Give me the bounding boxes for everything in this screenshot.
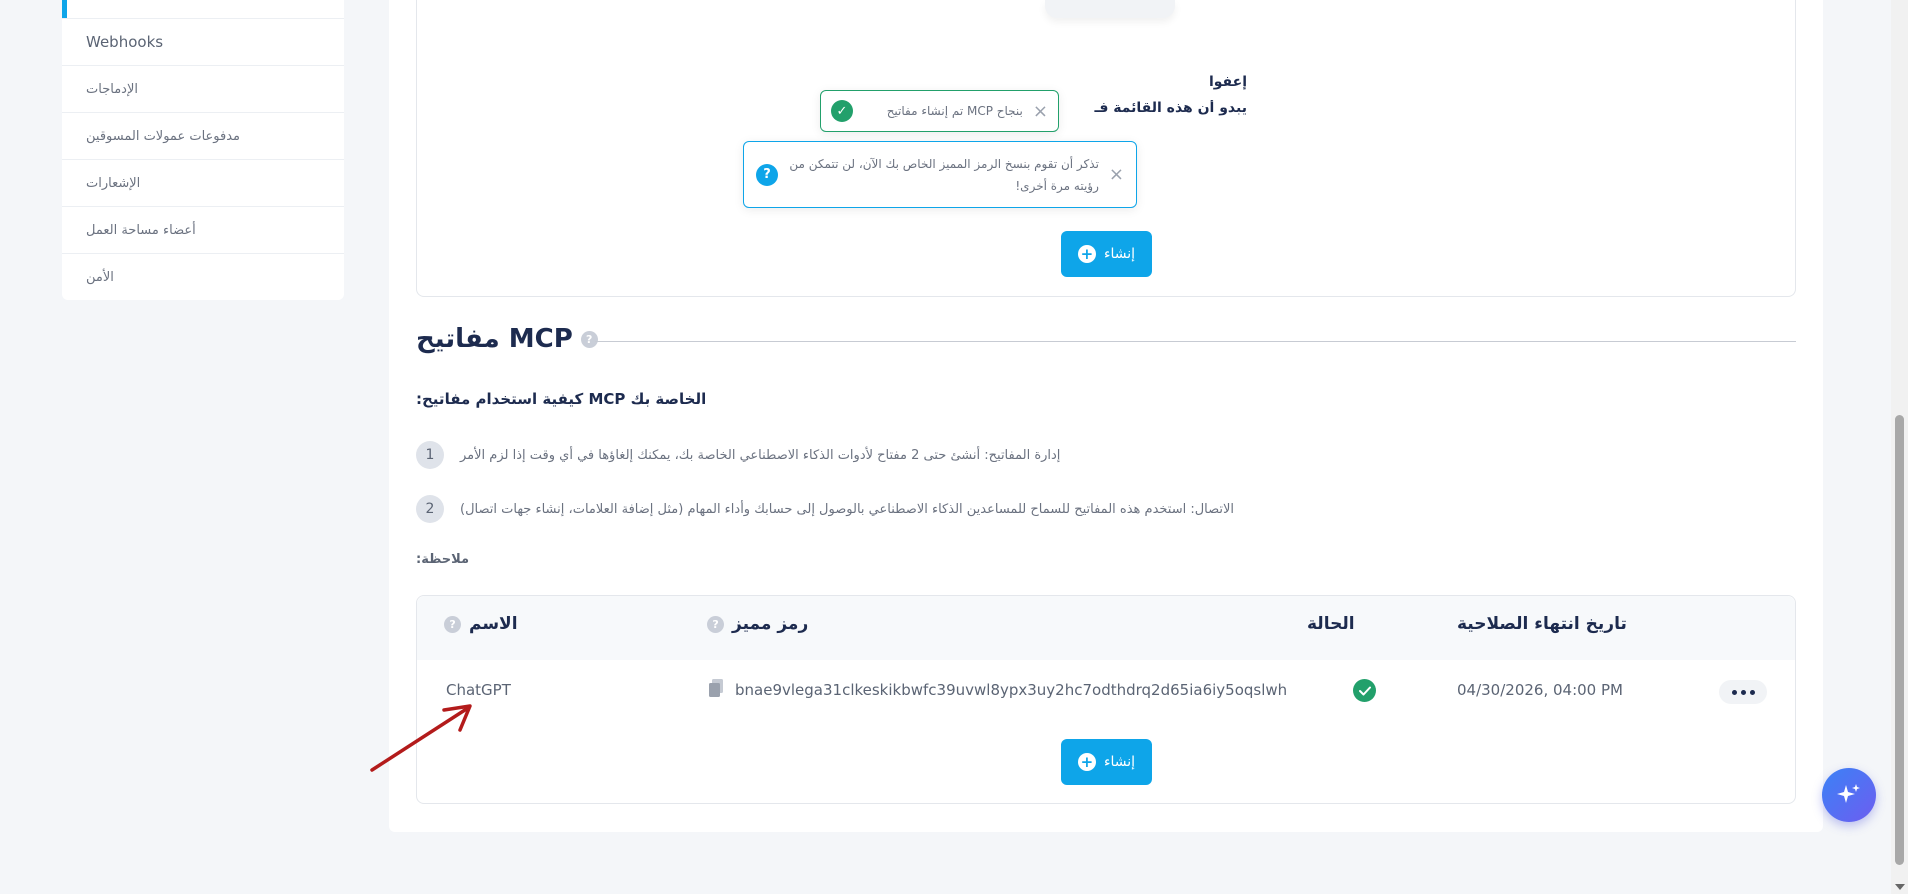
sidebar-item-webhooks[interactable]: Webhooks [62, 18, 344, 65]
sidebar-item-integrations[interactable]: الإدماجات [62, 65, 344, 112]
sidebar-item-label: أعضاء مساحة العمل [86, 222, 196, 238]
step-number: 2 [416, 495, 444, 523]
row-token: bnae9vlega31clkeskikbwfc39uvwl8ypx3uy2hc… [735, 681, 1288, 699]
sparkle-icon [1837, 784, 1860, 803]
column-header-status: الحالة [1307, 614, 1355, 634]
empty-state-title: إعفوا [1208, 74, 1247, 90]
row-actions-button[interactable] [1719, 680, 1767, 704]
column-header-name: الاسم ? [444, 614, 518, 634]
plus-icon: + [1077, 753, 1096, 771]
sidebar-item-label: الإشعارات [86, 175, 141, 191]
column-header-token: رمز مميز ? [707, 614, 808, 634]
copy-icon[interactable] [709, 679, 723, 697]
create-button[interactable]: إنشاء + [1061, 231, 1152, 277]
sidebar-item-affiliate-payouts[interactable]: مدفوعات عمولات المسوقين [62, 112, 344, 159]
annotation-arrow [370, 704, 472, 772]
howto-title: الخاصة بك MCP كيفية استخدام مفاتيح: [416, 390, 707, 408]
sidebar-item-label: مدفوعات عمولات المسوقين [86, 128, 241, 144]
ai-assistant-button[interactable] [1822, 768, 1876, 822]
status-active-icon [1353, 679, 1376, 702]
column-header-expiry: تاريخ انتهاء الصلاحية [1457, 614, 1627, 634]
page-scrollbar[interactable] [1891, 0, 1908, 894]
info-toast: ? تذكر أن تقوم بنسخ الرمز المميز الخاص ب… [743, 141, 1137, 208]
scrollbar-thumb[interactable] [1895, 415, 1904, 865]
info-toast-message: تذكر أن تقوم بنسخ الرمز المميز الخاص بك … [789, 156, 1099, 193]
success-toast: ✓ بنجاح MCP تم إنشاء مفاتيح × [820, 90, 1059, 132]
row-name: ChatGPT [446, 681, 511, 699]
sidebar-item-label: Webhooks [86, 33, 164, 51]
note-label: ملاحظة: [416, 552, 470, 567]
step-number: 1 [416, 441, 444, 469]
step-text: الاتصال: استخدم هذه المفاتيح للسماح للمس… [460, 501, 1235, 517]
header-label: الاسم [469, 614, 518, 634]
close-icon[interactable]: × [1033, 101, 1048, 122]
header-label: رمز مميز [732, 614, 809, 634]
plus-icon: + [1077, 245, 1096, 263]
create-button-label: إنشاء [1103, 754, 1136, 770]
scroll-down-arrow[interactable] [1895, 884, 1905, 890]
sidebar-item-security[interactable]: الأمن [62, 253, 344, 300]
section-divider [595, 341, 1796, 342]
header-label: الحالة [1307, 614, 1355, 634]
question-circle-icon: ? [756, 163, 778, 186]
step-text: إدارة المفاتيح: أنشئ حتى 2 مفتاح لأدوات … [460, 447, 1061, 463]
check-circle-icon: ✓ [831, 100, 853, 122]
close-icon[interactable]: × [1109, 164, 1124, 185]
sidebar-active-indicator [62, 0, 67, 18]
sidebar-item-label: الأمن [86, 269, 114, 285]
empty-state-illustration [1045, 0, 1175, 18]
create-button-label: إنشاء [1103, 246, 1136, 262]
sidebar-item-workspace-members[interactable]: أعضاء مساحة العمل [62, 206, 344, 253]
settings-sidebar: Webhooks الإدماجات مدفوعات عمولات المسوق… [62, 0, 344, 300]
mcp-section-title: مفاتيح MCP ? [416, 324, 598, 354]
table-header: الاسم ? رمز مميز ? الحالة تاريخ انتهاء ا… [417, 596, 1795, 660]
header-label: تاريخ انتهاء الصلاحية [1457, 614, 1627, 634]
step-2: 2 الاتصال: استخدم هذه المفاتيح للسماح لل… [416, 495, 1234, 523]
empty-state-subtitle: يبدو أن هذه القائمة فـ [1094, 100, 1247, 116]
sidebar-item-notifications[interactable]: الإشعارات [62, 159, 344, 206]
row-expiry: 04/30/2026, 04:00 PM [1457, 681, 1623, 699]
success-toast-message: بنجاح MCP تم إنشاء مفاتيح [886, 104, 1023, 118]
help-icon[interactable]: ? [707, 615, 724, 633]
section-title-text: مفاتيح MCP [416, 324, 573, 354]
mcp-keys-table: الاسم ? رمز مميز ? الحالة تاريخ انتهاء ا… [416, 595, 1796, 804]
create-key-button[interactable]: إنشاء + [1061, 739, 1152, 785]
help-icon[interactable]: ? [444, 615, 461, 633]
step-1: 1 إدارة المفاتيح: أنشئ حتى 2 مفتاح لأدوا… [416, 441, 1060, 469]
help-icon[interactable]: ? [580, 330, 598, 348]
sidebar-item-label: الإدماجات [86, 81, 138, 97]
